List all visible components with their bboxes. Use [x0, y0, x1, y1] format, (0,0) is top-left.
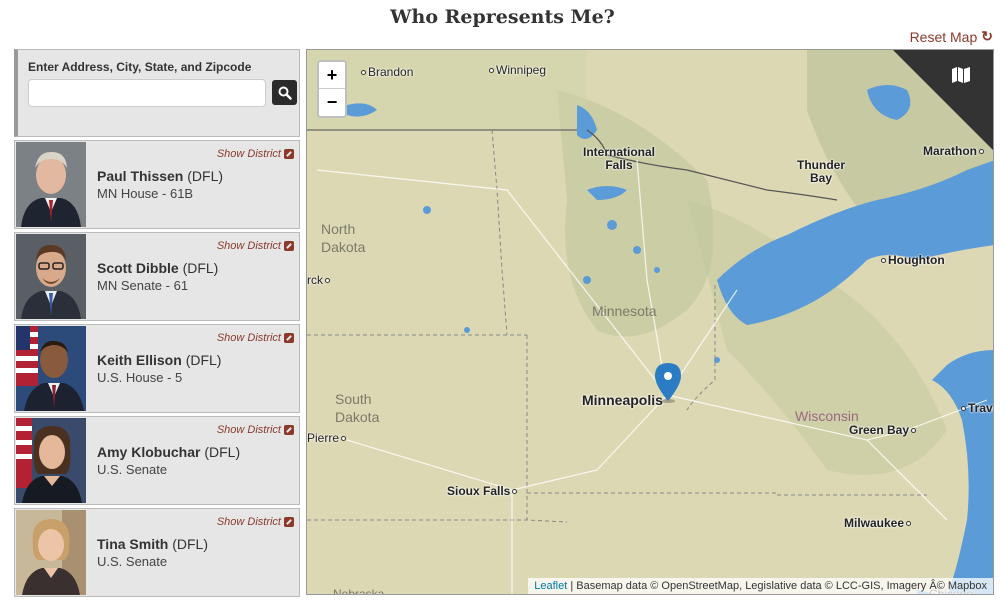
rep-photo [16, 234, 86, 319]
map-basemap [307, 50, 993, 594]
search-label: Enter Address, City, State, and Zipcode [28, 60, 252, 74]
zoom-control: + − [317, 60, 347, 118]
rep-name: Paul Thissen [97, 168, 184, 184]
rep-photo [16, 142, 86, 227]
rep-name: Amy Klobuchar [97, 444, 201, 460]
rep-card[interactable]: Keith Ellison (DFL) U.S. House - 5 Show … [14, 324, 300, 413]
rep-photo [16, 510, 86, 595]
map-icon [952, 67, 970, 83]
rep-office: MN House - 61B [97, 186, 194, 201]
external-link-icon [284, 517, 294, 527]
map-label-city: Sioux Falls [447, 484, 519, 498]
rep-name: Keith Ellison [97, 352, 182, 368]
location-marker[interactable] [655, 363, 681, 408]
reset-map-button[interactable]: Reset Map ↻ [910, 28, 993, 45]
page-title: Who Represents Me? [390, 6, 615, 28]
show-district-label: Show District [216, 332, 281, 344]
map-label-city: Trave [959, 401, 993, 415]
leaflet-link[interactable]: Leaflet [534, 580, 567, 592]
show-district-link[interactable]: Show District [217, 148, 294, 160]
rep-photo [16, 418, 86, 503]
rep-party: (DFL) [187, 168, 224, 184]
rep-photo [16, 326, 86, 411]
reset-map-label: Reset Map [909, 28, 978, 45]
search-button[interactable] [272, 80, 297, 105]
map-label-city: Green Bay [849, 423, 918, 437]
rep-office: U.S. House - 5 [97, 370, 183, 385]
rep-party: (DFL) [182, 260, 219, 276]
rep-card[interactable]: Tina Smith (DFL) U.S. Senate Show Distri… [14, 508, 300, 597]
map-label-city: Brandon [359, 65, 413, 79]
rep-office: U.S. Senate [97, 462, 168, 477]
map-label-city: Thunder Bay [797, 158, 845, 185]
refresh-icon: ↻ [981, 28, 993, 44]
rep-card[interactable]: Amy Klobuchar (DFL) U.S. Senate Show Dis… [14, 416, 300, 505]
rep-party: (DFL) [204, 444, 241, 460]
rep-party: (DFL) [185, 352, 222, 368]
address-search-input[interactable] [28, 79, 266, 107]
show-district-label: Show District [216, 148, 281, 160]
rep-name: Tina Smith [97, 536, 169, 552]
map-attribution: Leaflet | Basemap data © OpenStreetMap, … [528, 578, 993, 594]
rep-name: Scott Dibble [97, 260, 179, 276]
zoom-out-button[interactable]: − [319, 89, 345, 116]
district-map[interactable]: Brandon Winnipeg International Falls Thun… [306, 49, 994, 595]
map-label-state: Nebraska [333, 587, 385, 595]
map-label-city: Minneapolis [582, 392, 663, 408]
show-district-label: Show District [216, 516, 281, 528]
rep-card[interactable]: Scott Dibble (DFL) MN Senate - 61 Show D… [14, 232, 300, 321]
rep-card[interactable]: Paul Thissen (DFL) MN House - 61B Show D… [14, 140, 300, 229]
map-label-city: Milwaukee [844, 516, 913, 530]
rep-office: U.S. Senate [97, 554, 168, 569]
map-label-state: North Dakota [321, 221, 366, 255]
map-label-city: Houghton [879, 253, 945, 267]
external-link-icon [284, 425, 294, 435]
map-label-state: Wisconsin [795, 408, 859, 424]
search-icon [278, 86, 292, 100]
map-pin-icon [655, 363, 681, 403]
attribution-text: | Basemap data © OpenStreetMap, Legislat… [567, 580, 987, 592]
map-label-city: rck [307, 273, 332, 287]
rep-office: MN Senate - 61 [97, 278, 189, 293]
external-link-icon [284, 149, 294, 159]
show-district-link[interactable]: Show District [217, 240, 294, 252]
map-layer-toggle[interactable] [893, 50, 993, 150]
map-label-state: South Dakota [335, 391, 380, 425]
external-link-icon [284, 333, 294, 343]
show-district-link[interactable]: Show District [217, 424, 294, 436]
map-label-city: International Falls [583, 145, 656, 172]
map-label-city: Pierre [307, 431, 348, 445]
show-district-label: Show District [216, 424, 281, 436]
external-link-icon [284, 241, 294, 251]
show-district-link[interactable]: Show District [217, 332, 294, 344]
rep-party: (DFL) [172, 536, 208, 552]
map-label-state: Minnesota [592, 303, 657, 319]
show-district-link[interactable]: Show District [217, 516, 294, 528]
address-search-panel: Enter Address, City, State, and Zipcode [14, 49, 300, 137]
zoom-in-button[interactable]: + [319, 62, 345, 89]
map-label-city: Winnipeg [487, 63, 546, 77]
show-district-label: Show District [216, 240, 281, 252]
